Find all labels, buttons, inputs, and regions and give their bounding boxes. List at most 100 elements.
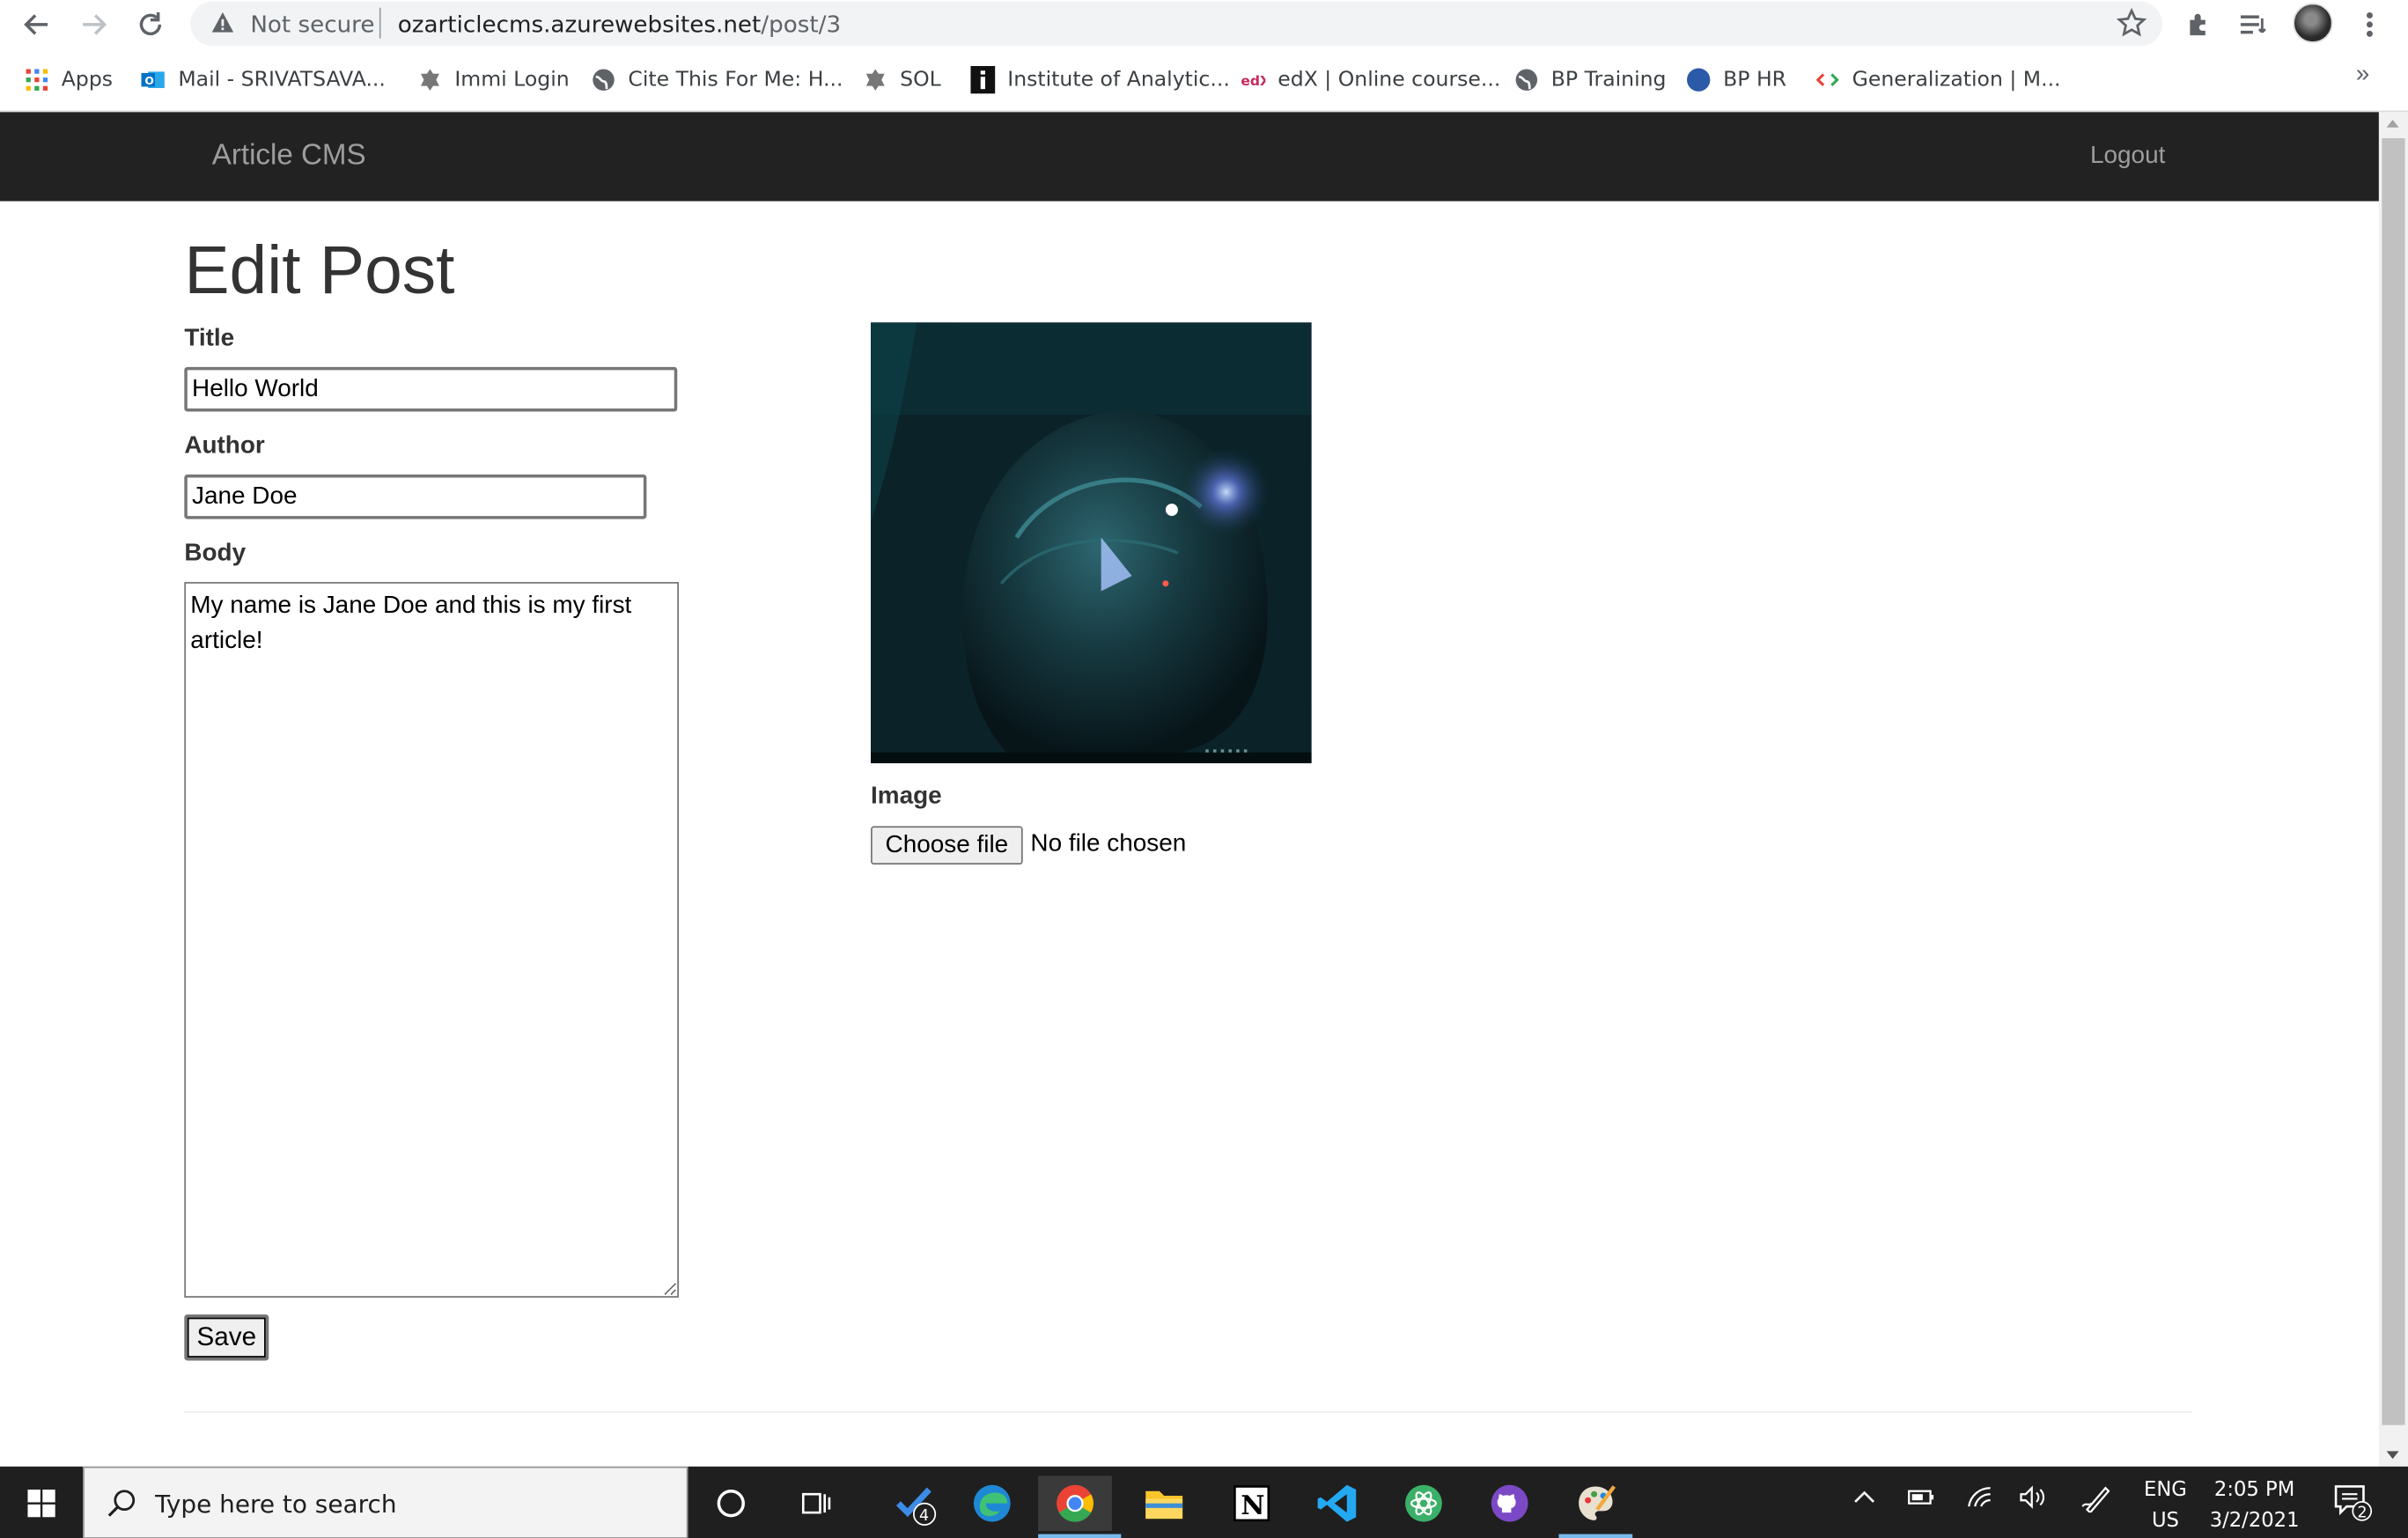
- body-textarea[interactable]: My name is Jane Doe and this is my first…: [184, 582, 679, 1298]
- todo-app-button[interactable]: 4: [877, 1475, 951, 1531]
- bookmark-label: Cite This For Me: H...: [628, 67, 843, 92]
- logout-link[interactable]: Logout: [2090, 143, 2165, 170]
- todo-badge: 4: [919, 1507, 929, 1525]
- crest-icon: [863, 68, 887, 92]
- more-bookmarks-button[interactable]: »: [2356, 62, 2370, 89]
- edx-icon: edX: [1241, 68, 1265, 92]
- reading-list-icon: [2240, 15, 2266, 34]
- forward-button[interactable]: [74, 4, 114, 44]
- page-scrollbar[interactable]: [2378, 112, 2408, 1467]
- cortana-button[interactable]: [694, 1475, 768, 1531]
- bookmark-cite[interactable]: Cite This For Me: H...: [592, 63, 843, 97]
- footer-divider: [184, 1411, 2192, 1413]
- browser-toolbar: Not secure ozarticlecms.azurewebsites.ne…: [0, 0, 2408, 48]
- bookmark-sol[interactable]: SOL: [863, 63, 941, 97]
- navbar-brand[interactable]: Article CMS: [212, 140, 366, 173]
- back-arrow-icon: [24, 14, 48, 35]
- globe-icon: [592, 68, 616, 92]
- clock-time: 2:05 PM: [2213, 1478, 2295, 1502]
- show-hidden-icons-button[interactable]: [1852, 1485, 1877, 1516]
- github-icon: [1491, 1484, 1528, 1522]
- image-label: Image: [871, 783, 942, 810]
- search-placeholder: Type here to search: [155, 1489, 397, 1520]
- language-code: ENG: [2144, 1478, 2187, 1502]
- notion-button[interactable]: N: [1215, 1475, 1289, 1531]
- network-tray[interactable]: [1966, 1485, 1993, 1516]
- speaker-icon: [2020, 1485, 2044, 1509]
- scroll-down-arrow-icon[interactable]: [2386, 1451, 2399, 1460]
- author-input[interactable]: [184, 474, 647, 519]
- bookmark-label: BP HR: [1723, 67, 1787, 92]
- address-bar[interactable]: Not secure ozarticlecms.azurewebsites.ne…: [190, 1, 2162, 47]
- bookmark-bp-training[interactable]: BP Training: [1514, 63, 1667, 97]
- chevron-up-icon: [1854, 1490, 1874, 1503]
- vscode-icon: [1317, 1484, 1357, 1522]
- bookmark-immi[interactable]: Immi Login: [417, 63, 570, 97]
- title-label: Title: [184, 325, 235, 352]
- taskbar-clock[interactable]: 2:05 PM 3/2/2021: [2205, 1475, 2304, 1537]
- clock-date: 3/2/2021: [2209, 1509, 2300, 1533]
- chrome-menu-button[interactable]: [2350, 4, 2390, 44]
- warning-icon: [211, 11, 234, 33]
- bookmark-mail[interactable]: O Mail - SRIVATSAVA...: [141, 63, 386, 97]
- scroll-up-arrow-icon[interactable]: [2386, 120, 2399, 128]
- volume-tray[interactable]: [2018, 1485, 2049, 1516]
- bookmark-apps[interactable]: Apps: [25, 63, 113, 97]
- bookmark-edx[interactable]: edX edX | Online course...: [1241, 63, 1500, 97]
- taskbar-search[interactable]: Type here to search: [83, 1466, 689, 1538]
- puzzle-icon: [2190, 13, 2205, 36]
- reload-icon: [139, 11, 162, 36]
- bookmark-label: SOL: [900, 67, 941, 92]
- file-explorer-button[interactable]: [1127, 1475, 1201, 1531]
- notification-icon: 2: [2334, 1485, 2373, 1521]
- url-domain: ozarticlecms.azurewebsites.net: [397, 11, 762, 39]
- back-button[interactable]: [17, 4, 56, 44]
- security-label[interactable]: Not secure: [250, 11, 374, 38]
- title-input[interactable]: [184, 366, 678, 412]
- atom-app-button[interactable]: [1387, 1475, 1461, 1531]
- edge-icon: [973, 1484, 1011, 1522]
- bookmark-bp-hr[interactable]: BP HR: [1686, 63, 1786, 97]
- bookmark-label: Generalization | M...: [1852, 67, 2061, 92]
- url-text[interactable]: ozarticlecms.azurewebsites.net/post/3: [398, 11, 841, 38]
- bookmark-generalization[interactable]: Generalization | M...: [1815, 63, 2061, 97]
- extensions-button[interactable]: [2179, 4, 2219, 44]
- bookmark-institute[interactable]: Institute of Analytic...: [970, 63, 1230, 97]
- paint-app-button[interactable]: [1558, 1475, 1632, 1531]
- scrollbar-thumb[interactable]: [2382, 137, 2405, 1425]
- vscode-button[interactable]: [1300, 1475, 1374, 1531]
- apps-grid-icon: [25, 68, 49, 92]
- action-center-button[interactable]: 2: [2333, 1482, 2373, 1527]
- notion-icon: N: [1233, 1485, 1270, 1522]
- chrome-icon: [1057, 1484, 1094, 1522]
- palette-icon: [1579, 1485, 1616, 1520]
- chrome-button[interactable]: [1038, 1475, 1112, 1532]
- choose-file-button[interactable]: Choose file: [871, 826, 1023, 865]
- author-label: Author: [184, 432, 265, 460]
- globe-icon: [1514, 68, 1539, 92]
- app-navbar: Article CMS Logout: [0, 112, 2379, 202]
- github-desktop-button[interactable]: [1473, 1475, 1547, 1531]
- battery-tray[interactable]: [1907, 1485, 1934, 1516]
- svg-text:edX: edX: [1241, 73, 1265, 89]
- battery-icon: [1908, 1490, 1934, 1505]
- reading-list-button[interactable]: [2235, 4, 2274, 44]
- chrome-active-indicator: [1038, 1534, 1122, 1538]
- helmet-image-graphic: [871, 322, 1312, 763]
- windows-start-icon[interactable]: [27, 1489, 55, 1518]
- cortana-circle-icon: [717, 1489, 745, 1518]
- profile-avatar[interactable]: [2293, 3, 2333, 43]
- input-language[interactable]: ENG US: [2138, 1475, 2193, 1537]
- save-button[interactable]: Save: [184, 1314, 269, 1361]
- task-view-button[interactable]: [778, 1475, 852, 1531]
- bookmark-star-icon[interactable]: [2116, 7, 2147, 39]
- reload-button[interactable]: [130, 4, 170, 44]
- pen-tray[interactable]: [2081, 1485, 2112, 1519]
- edge-button[interactable]: [955, 1475, 1029, 1531]
- file-status-text: No file chosen: [1030, 830, 1187, 857]
- address-separator: [379, 7, 381, 39]
- language-region: US: [2151, 1509, 2179, 1533]
- paint-active-indicator: [1558, 1534, 1633, 1538]
- task-view-icon: [801, 1492, 831, 1514]
- bookmark-label: Institute of Analytic...: [1007, 67, 1230, 92]
